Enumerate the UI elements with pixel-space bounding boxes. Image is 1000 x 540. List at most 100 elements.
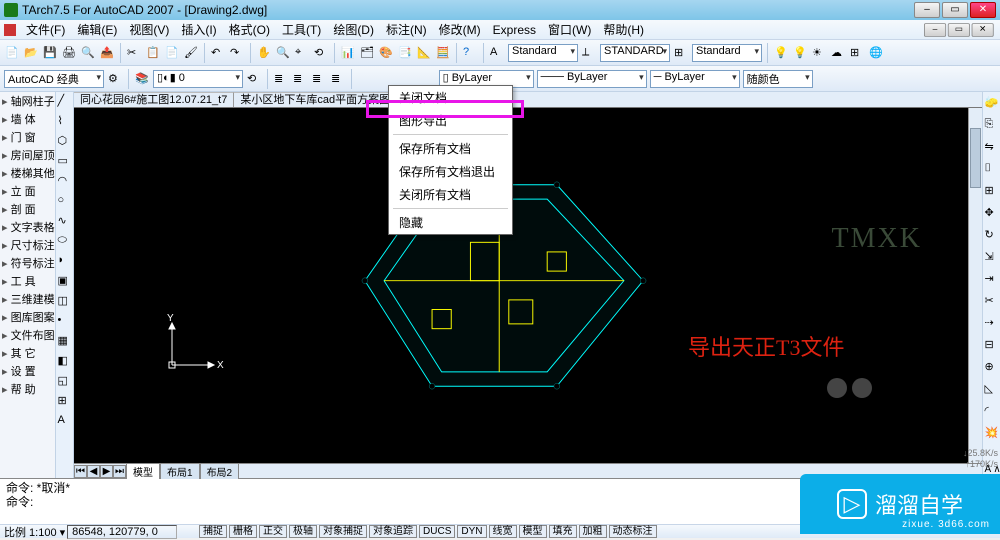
status-scale[interactable]: 比例 1:100 ▾ — [4, 524, 65, 540]
open-icon[interactable]: 📂 — [23, 45, 39, 61]
grid-icon[interactable]: ⊞ — [849, 45, 865, 61]
close-button[interactable]: ✕ — [970, 2, 996, 18]
rect-icon[interactable]: ▭ — [58, 154, 72, 168]
pan-icon[interactable]: ✋ — [256, 45, 272, 61]
zoom-prev-icon[interactable]: ⟲ — [313, 45, 329, 61]
mdi-restore-button[interactable]: ▭ — [948, 23, 970, 37]
erase-icon[interactable]: 🧽 — [985, 96, 999, 110]
spline-icon[interactable]: ∿ — [58, 214, 72, 228]
layer-mgr-icon[interactable]: 📚 — [134, 71, 150, 87]
tree-tool[interactable]: 工 具 — [0, 272, 55, 290]
arc-icon[interactable]: ◠ — [58, 174, 72, 188]
gear-icon[interactable]: ⚙ — [107, 71, 123, 87]
maximize-button[interactable]: ▭ — [942, 2, 968, 18]
cut-icon[interactable]: ✂ — [126, 45, 142, 61]
zoom-icon[interactable]: 🔍 — [275, 45, 291, 61]
toggle-osnap[interactable]: 对象捕捉 — [319, 525, 367, 538]
cloud-icon[interactable]: ☁ — [830, 45, 846, 61]
toggle-ducs[interactable]: DUCS — [419, 525, 455, 538]
layer-combo[interactable]: ▯◐▮ 0 — [153, 70, 243, 88]
tree-room[interactable]: 房间屋顶 — [0, 146, 55, 164]
sun-icon[interactable]: ☀ — [811, 45, 827, 61]
copy-icon[interactable]: 📋 — [145, 45, 161, 61]
tab-layout2[interactable]: 布局2 — [200, 463, 240, 479]
tree-3d[interactable]: 三维建模 — [0, 290, 55, 308]
toggle-dyn[interactable]: DYN — [457, 525, 486, 538]
table-icon[interactable]: ⊞ — [58, 394, 72, 408]
undo-icon[interactable]: ↶ — [210, 45, 226, 61]
paste-icon[interactable]: 📄 — [164, 45, 180, 61]
tree-axis[interactable]: 轴网柱子 — [0, 92, 55, 110]
markup-icon[interactable]: 📐 — [416, 45, 432, 61]
tree-help[interactable]: 帮 助 — [0, 380, 55, 398]
tree-wall[interactable]: 墙 体 — [0, 110, 55, 128]
stretch-icon[interactable]: ⇥ — [985, 272, 999, 286]
mdi-minimize-button[interactable]: – — [924, 23, 946, 37]
tab-model[interactable]: 模型 — [126, 463, 160, 479]
dimstyle-icon[interactable]: ⟂ — [581, 45, 597, 61]
tree-file[interactable]: 文件布图 — [0, 326, 55, 344]
extend-icon[interactable]: ⇢ — [985, 316, 999, 330]
toggle-snap[interactable]: 捕捉 — [199, 525, 227, 538]
tree-text[interactable]: 文字表格 — [0, 218, 55, 236]
mtext-icon[interactable]: A — [58, 414, 72, 428]
toggle-lwt[interactable]: 线宽 — [489, 525, 517, 538]
ctx-export-drawing[interactable]: 图形导出 — [389, 109, 512, 132]
match-icon[interactable]: 🖌 — [183, 45, 199, 61]
mirror-icon[interactable]: ⇋ — [985, 140, 999, 154]
join-icon[interactable]: ⊕ — [985, 360, 999, 374]
dcenter-icon[interactable]: 🗂 — [359, 45, 375, 61]
menu-file[interactable]: 文件(F) — [20, 21, 71, 38]
textstyle-combo[interactable]: Standard — [508, 44, 578, 62]
sheet-set-icon[interactable]: 📑 — [397, 45, 413, 61]
tree-lib[interactable]: 图库图案 — [0, 308, 55, 326]
tree-section[interactable]: 剖 面 — [0, 200, 55, 218]
layers1-icon[interactable]: ≣ — [273, 71, 289, 87]
bulb2-icon[interactable]: 💡 — [792, 45, 808, 61]
dimstyle-combo[interactable]: STANDARD — [600, 44, 670, 62]
offset-icon[interactable]: ⌷ — [985, 162, 999, 176]
new-icon[interactable]: 📄 — [4, 45, 20, 61]
menu-format[interactable]: 格式(O) — [223, 21, 276, 38]
print-icon[interactable]: 🖨 — [61, 45, 77, 61]
layers3-icon[interactable]: ≣ — [311, 71, 327, 87]
toggle-polar[interactable]: 极轴 — [289, 525, 317, 538]
scale-icon[interactable]: ⇲ — [985, 250, 999, 264]
array-icon[interactable]: ⊞ — [985, 184, 999, 198]
fillet-icon[interactable]: ◜ — [985, 404, 999, 418]
menu-modify[interactable]: 修改(M) — [433, 21, 487, 38]
polygon-icon[interactable]: ⬡ — [58, 134, 72, 148]
plotstyle-combo[interactable]: 随颜色 — [743, 70, 813, 88]
layers2-icon[interactable]: ≣ — [292, 71, 308, 87]
tree-stair[interactable]: 楼梯其他 — [0, 164, 55, 182]
move-icon[interactable]: ✥ — [985, 206, 999, 220]
pline-icon[interactable]: ⌇ — [58, 114, 72, 128]
explode-icon[interactable]: 💥 — [985, 426, 999, 440]
ctx-close-all[interactable]: 关闭所有文档 — [389, 183, 512, 206]
tree-other[interactable]: 其 它 — [0, 344, 55, 362]
tool-palette-icon[interactable]: 🎨 — [378, 45, 394, 61]
toggle-otrack[interactable]: 对象追踪 — [369, 525, 417, 538]
rotate-icon[interactable]: ↻ — [985, 228, 999, 242]
ellipse-arc-icon[interactable]: ◗ — [58, 254, 72, 268]
tree-symbol[interactable]: 符号标注 — [0, 254, 55, 272]
menu-view[interactable]: 视图(V) — [123, 21, 175, 38]
tab-nav-prev[interactable]: ◀ — [87, 465, 100, 478]
ctx-save-all[interactable]: 保存所有文档 — [389, 137, 512, 160]
gradient-icon[interactable]: ◧ — [58, 354, 72, 368]
tab-nav-first[interactable]: ⏮ — [74, 465, 87, 478]
help-icon[interactable]: ? — [462, 45, 478, 61]
publish-icon[interactable]: 📤 — [99, 45, 115, 61]
menu-dim[interactable]: 标注(N) — [380, 21, 433, 38]
ctx-close-doc[interactable]: 关闭文档 — [389, 86, 512, 109]
tablestyle-icon[interactable]: ⊞ — [673, 45, 689, 61]
ctx-save-all-exit[interactable]: 保存所有文档退出 — [389, 160, 512, 183]
toggle-ortho[interactable]: 正交 — [259, 525, 287, 538]
break-icon[interactable]: ⊟ — [985, 338, 999, 352]
toggle-grid[interactable]: 栅格 — [229, 525, 257, 538]
workspace-combo[interactable]: AutoCAD 经典 — [4, 70, 104, 88]
hatch-icon[interactable]: ▦ — [58, 334, 72, 348]
trim-icon[interactable]: ✂ — [985, 294, 999, 308]
toggle-fill[interactable]: 填充 — [549, 525, 577, 538]
menu-express[interactable]: Express — [487, 23, 542, 37]
